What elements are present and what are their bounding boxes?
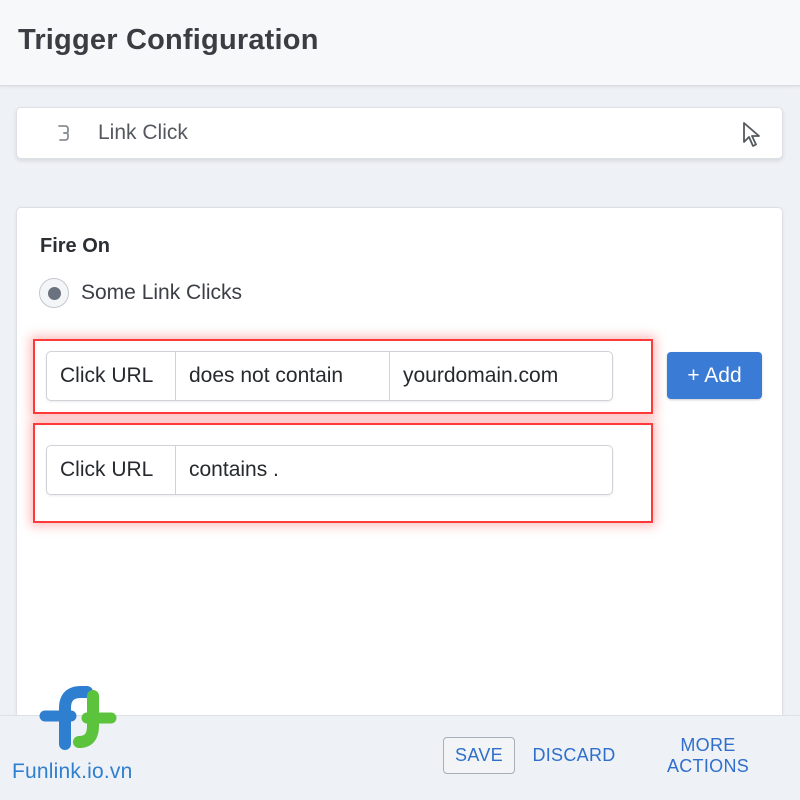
filter-rule-row: Click URL does not contain yourdomain.co… [46,351,613,401]
fire-on-config-card: Fire On Some Link Clicks Click URL does … [16,207,783,737]
rule-operator-field[interactable]: does not contain [176,352,390,400]
link-icon [58,125,69,141]
radio-label: Some Link Clicks [81,281,243,304]
add-rule-button[interactable]: + Add [667,352,762,399]
footer-action-bar: SAVE DISCARD MORE ACTIONS [0,715,800,800]
rule-condition-field[interactable]: contains . [176,446,612,494]
filter-rule-row: Click URL contains . [46,445,613,495]
brand-watermark-text: Funlink.io.vn [12,760,133,783]
rule-value-field[interactable]: yourdomain.com [390,352,612,400]
funlink-logo [39,686,117,750]
rule-variable-field[interactable]: Click URL [47,446,176,494]
radio-some-link-clicks[interactable]: Some Link Clicks [39,278,242,308]
trigger-type-label: Link Click [98,121,188,144]
radio-selected-dot [47,286,61,300]
app-header: Trigger Configuration [0,0,800,86]
rule-variable-field[interactable]: Click URL [47,352,176,400]
page-title: Trigger Configuration [18,24,319,56]
cursor-pointer-icon [743,122,760,147]
discard-button[interactable]: DISCARD [532,737,615,774]
more-actions-button[interactable]: MORE ACTIONS [640,735,776,776]
save-button[interactable]: SAVE [443,737,515,774]
radio-button[interactable] [39,278,69,308]
trigger-type-selector[interactable]: Link Click [16,107,783,159]
fire-on-heading: Fire On [40,235,111,257]
